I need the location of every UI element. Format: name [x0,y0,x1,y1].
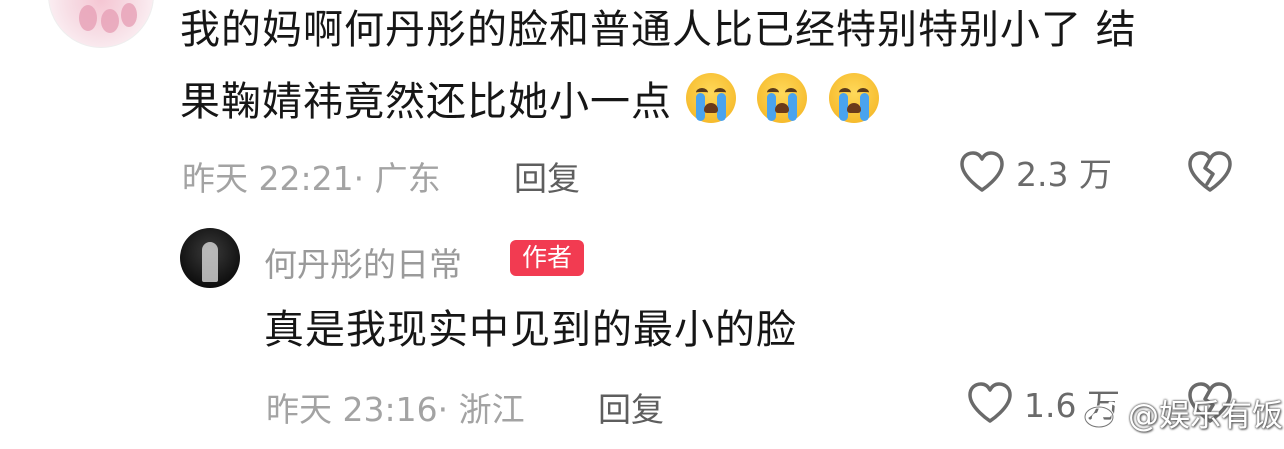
author-avatar[interactable] [180,228,240,288]
comment-text-line-1: 我的妈啊何丹彤的脸和普通人比已经特别特别小了 结 [180,7,1137,53]
crying-face-icon [757,73,808,123]
comment-text: 果鞠婧祎竟然还比她小一点 [180,79,672,125]
like-count: 2.3 万 [1016,155,1112,194]
heart-icon [960,151,1004,192]
like-button[interactable]: 2.3 万 [958,148,1112,196]
weibo-logo-icon [1083,401,1120,428]
reply-text: 真是我现实中见到的最小的脸 [264,307,797,353]
reply-username[interactable]: 何丹彤的日常 [264,238,462,286]
avatar-decoration [79,5,97,31]
commenter-avatar[interactable] [48,0,154,48]
reply-time-location: 昨天 23:16· 浙江 [266,390,525,429]
heart-icon [968,382,1012,423]
crying-face-icon [685,73,736,123]
avatar-decoration [121,3,137,27]
comment-time-location: 昨天 22:21· 广东 [182,159,441,198]
avatar-decoration [101,9,119,33]
reply-to-reply-button[interactable]: 回复 [598,383,664,431]
watermark: @娱乐有饭 [1082,390,1283,435]
dislike-button[interactable] [1186,150,1234,198]
watermark-text: @娱乐有饭 [1128,398,1283,434]
avatar-figure [202,242,218,282]
broken-heart-icon [1188,151,1232,192]
comment-text-line-2: 果鞠婧祎竟然还比她小一点 [180,72,887,132]
reply-button[interactable]: 回复 [514,152,580,200]
author-badge: 作者 [510,240,585,276]
crying-face-icon [829,73,880,123]
